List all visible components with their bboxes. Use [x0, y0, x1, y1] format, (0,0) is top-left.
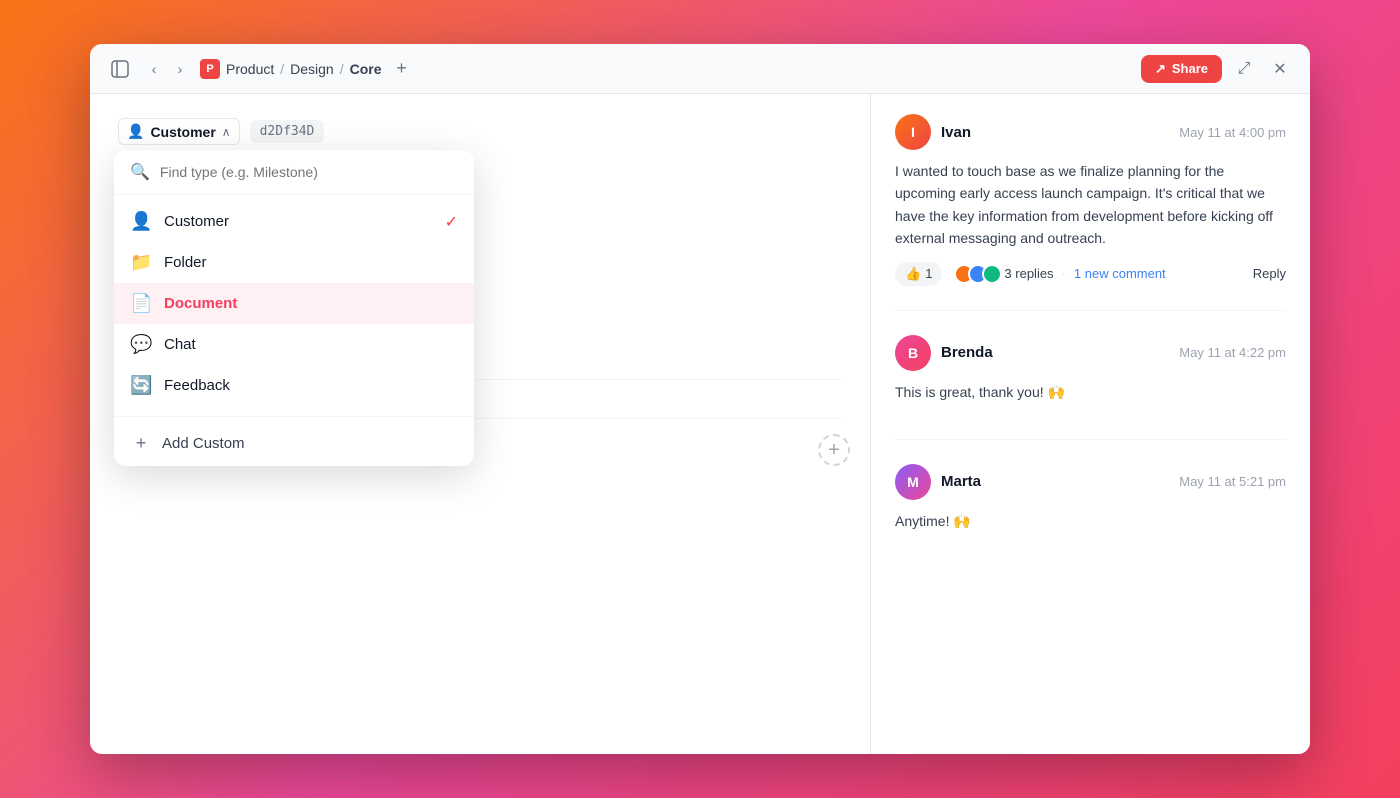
add-button[interactable]: +	[818, 434, 850, 466]
chat-label: Chat	[164, 336, 458, 353]
chat-icon: 💬	[130, 334, 152, 355]
comment-author-marta: M Marta	[895, 464, 981, 500]
share-button[interactable]: ↗ Share	[1141, 55, 1222, 83]
doc-header: 👤 Customer ∧ d2Df34D	[118, 118, 842, 145]
comment-name-ivan: Ivan	[941, 124, 971, 141]
type-selector-label: Customer	[150, 124, 215, 140]
forward-button[interactable]: ›	[168, 57, 192, 81]
customer-icon: 👤	[130, 211, 152, 232]
comment-time-marta: May 11 at 5:21 pm	[1179, 474, 1286, 489]
type-selector[interactable]: 👤 Customer ∧	[118, 118, 240, 145]
check-icon: ✓	[445, 212, 458, 232]
breadcrumb-sep-2: /	[340, 61, 344, 77]
id-badge: d2Df34D	[250, 120, 325, 143]
feedback-label: Feedback	[164, 377, 458, 394]
comment-header-brenda: B Brenda May 11 at 4:22 pm	[895, 335, 1286, 371]
comment-time-brenda: May 11 at 4:22 pm	[1179, 345, 1286, 360]
comment-footer-ivan: 👍 1 3 replies · 1 new comment Reply	[895, 262, 1286, 286]
comment-name-marta: Marta	[941, 473, 981, 490]
search-icon: 🔍	[130, 162, 150, 182]
thumbs-up-icon: 👍	[905, 266, 921, 282]
new-comment-badge[interactable]: 1 new comment	[1074, 266, 1166, 281]
breadcrumb-core[interactable]: Core	[350, 61, 382, 77]
breadcrumb-product[interactable]: Product	[226, 61, 274, 77]
share-label: Share	[1172, 61, 1208, 76]
dropdown-item-document[interactable]: 📄 Document	[114, 283, 474, 324]
comment-author-brenda: B Brenda	[895, 335, 993, 371]
add-custom-button[interactable]: + Add Custom	[114, 421, 474, 466]
right-panel: I Ivan May 11 at 4:00 pm I wanted to tou…	[870, 94, 1310, 754]
app-window: ‹ › P Product / Design / Core + ↗ Share …	[90, 44, 1310, 754]
replies-text[interactable]: 3 replies	[1004, 266, 1053, 281]
left-panel: 👤 Customer ∧ d2Df34D 🔍 👤 Customer	[90, 94, 870, 754]
dropdown-search-bar: 🔍	[114, 150, 474, 195]
comment-header-ivan: I Ivan May 11 at 4:00 pm	[895, 114, 1286, 150]
search-input[interactable]	[160, 164, 458, 180]
reaction-button-ivan[interactable]: 👍 1	[895, 262, 942, 286]
breadcrumb-sep-1: /	[280, 61, 284, 77]
dropdown-item-folder[interactable]: 📁 Folder	[114, 242, 474, 283]
avatar-marta: M	[895, 464, 931, 500]
document-label: Document	[164, 295, 458, 312]
dropdown-item-chat[interactable]: 💬 Chat	[114, 324, 474, 365]
title-bar-right: ↗ Share ⤢ ✕	[1141, 55, 1294, 83]
reply-avatar-3	[982, 264, 1002, 284]
back-button[interactable]: ‹	[142, 57, 166, 81]
comment-brenda: B Brenda May 11 at 4:22 pm This is great…	[895, 335, 1286, 440]
add-custom-label: Add Custom	[162, 435, 245, 452]
close-button[interactable]: ✕	[1266, 55, 1294, 83]
folder-label: Folder	[164, 254, 458, 271]
product-icon: P	[200, 59, 220, 79]
comment-author-ivan: I Ivan	[895, 114, 971, 150]
maximize-button[interactable]: ⤢	[1230, 55, 1258, 83]
customer-label: Customer	[164, 213, 433, 230]
reply-avatars	[954, 264, 996, 284]
nav-arrows: ‹ ›	[142, 57, 192, 81]
dropdown-divider	[114, 416, 474, 417]
comment-body-brenda: This is great, thank you! 🙌	[895, 381, 1286, 403]
comment-body-marta: Anytime! 🙌	[895, 510, 1286, 532]
dropdown-item-feedback[interactable]: 🔄 Feedback	[114, 365, 474, 406]
chevron-down-icon: ∧	[222, 125, 231, 139]
share-icon: ↗	[1155, 61, 1166, 77]
add-tab-button[interactable]: +	[390, 57, 414, 81]
document-icon: 📄	[130, 293, 152, 314]
comment-header-marta: M Marta May 11 at 5:21 pm	[895, 464, 1286, 500]
comment-body-ivan: I wanted to touch base as we finalize pl…	[895, 160, 1286, 250]
sidebar-toggle-button[interactable]	[106, 55, 134, 83]
comment-name-brenda: Brenda	[941, 344, 993, 361]
reaction-count: 1	[925, 266, 932, 281]
comment-time-ivan: May 11 at 4:00 pm	[1179, 125, 1286, 140]
main-content: 👤 Customer ∧ d2Df34D 🔍 👤 Customer	[90, 94, 1310, 754]
breadcrumb: P Product / Design / Core	[200, 59, 382, 79]
folder-icon: 📁	[130, 252, 152, 273]
dropdown-list: 👤 Customer ✓ 📁 Folder 📄 Document	[114, 195, 474, 412]
title-bar: ‹ › P Product / Design / Core + ↗ Share …	[90, 44, 1310, 94]
breadcrumb-design[interactable]: Design	[290, 61, 334, 77]
title-bar-left: ‹ › P Product / Design / Core +	[106, 55, 414, 83]
feedback-icon: 🔄	[130, 375, 152, 396]
avatar-ivan: I	[895, 114, 931, 150]
customer-type-icon: 👤	[127, 123, 144, 140]
plus-icon: +	[130, 433, 152, 454]
comment-ivan: I Ivan May 11 at 4:00 pm I wanted to tou…	[895, 114, 1286, 311]
comment-marta: M Marta May 11 at 5:21 pm Anytime! 🙌	[895, 464, 1286, 568]
replies-info-ivan: 3 replies · 1 new comment	[954, 264, 1165, 284]
dot-separator: ·	[1062, 266, 1066, 281]
type-dropdown: 🔍 👤 Customer ✓ 📁 Folder	[114, 150, 474, 466]
avatar-brenda: B	[895, 335, 931, 371]
reply-button-ivan[interactable]: Reply	[1253, 266, 1286, 281]
dropdown-item-customer[interactable]: 👤 Customer ✓	[114, 201, 474, 242]
